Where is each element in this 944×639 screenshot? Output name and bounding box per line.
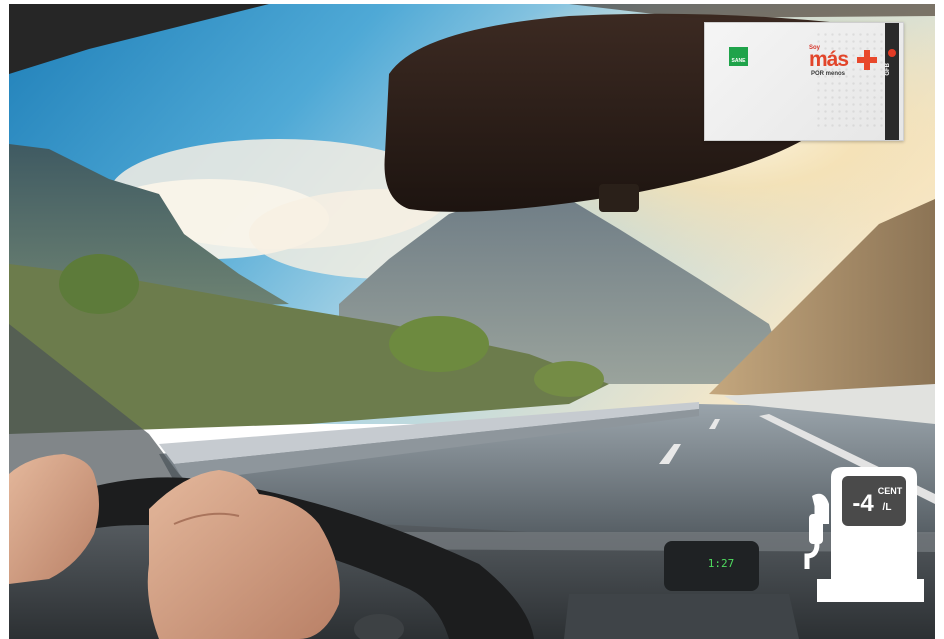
badge-value: -4 xyxy=(852,490,874,517)
card-stripe: GFB xyxy=(885,23,899,140)
center-console xyxy=(564,594,799,639)
card-brand-text: más xyxy=(809,48,849,71)
card-brand: Soy más POR menos xyxy=(809,45,879,79)
mirror-mount xyxy=(599,184,639,212)
tree xyxy=(389,316,489,372)
badge-unit-bottom: /L xyxy=(883,502,892,513)
card-stripe-logo xyxy=(888,49,896,57)
photo-frame: 1:27 -4 CENT /L SANE Soy más POR menos G… xyxy=(9,4,935,639)
dashboard-clock: 1:27 xyxy=(708,557,735,570)
card-stripe-text: GFB xyxy=(885,63,891,76)
tree xyxy=(534,361,604,397)
card-brand-bottom: POR menos xyxy=(811,71,846,77)
tree xyxy=(59,254,139,314)
card-logo: SANE xyxy=(729,47,748,66)
plus-icon xyxy=(857,50,877,70)
badge-unit-top: CENT xyxy=(878,486,903,496)
loyalty-card: SANE Soy más POR menos GFB xyxy=(704,22,904,141)
